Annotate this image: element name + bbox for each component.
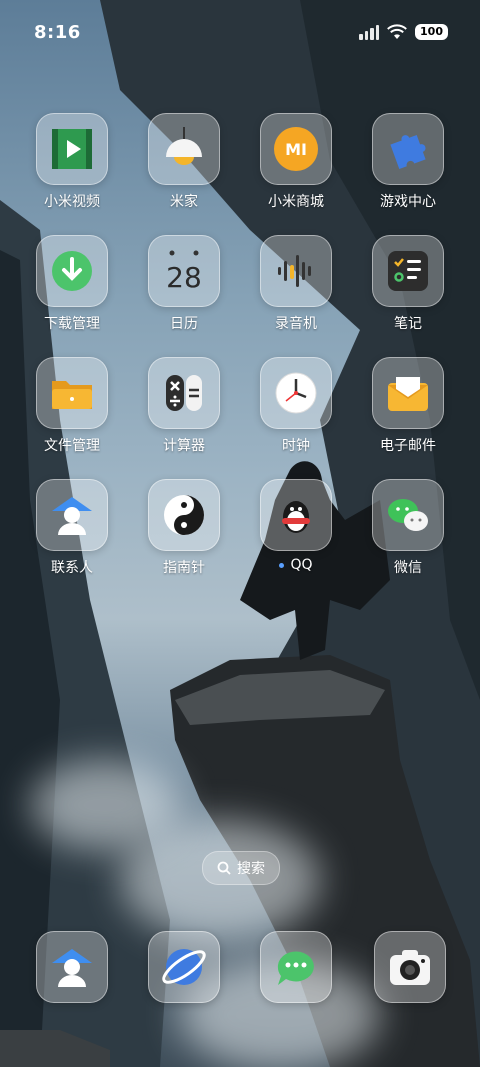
app-label: 时钟 (282, 438, 310, 454)
app-notes[interactable]: 笔记 (352, 235, 464, 347)
app-label: 下载管理 (44, 316, 100, 332)
battery-indicator: 100 (415, 24, 448, 40)
app-recorder[interactable]: 录音机 (240, 235, 352, 347)
app-label: 小米视频 (44, 194, 100, 210)
status-time: 8:16 (34, 22, 81, 43)
browser-icon (162, 949, 206, 985)
app-wechat[interactable]: 微信 (352, 479, 464, 591)
app-label: 微信 (394, 560, 422, 576)
signal-icon (359, 24, 380, 40)
app-label: 小米商城 (268, 194, 324, 210)
new-install-dot (279, 562, 285, 568)
app-label: 录音机 (275, 316, 317, 332)
app-compass[interactable]: 指南针 (128, 479, 240, 591)
search-label: 搜索 (237, 861, 265, 877)
folder-icon (36, 357, 108, 429)
app-file-manager[interactable]: 文件管理 (16, 357, 128, 469)
dock-browser[interactable] (148, 931, 220, 1003)
phone-contacts-icon (52, 949, 92, 987)
app-downloads[interactable]: 下载管理 (16, 235, 128, 347)
app-calendar[interactable]: 28 日历 (128, 235, 240, 347)
contacts-icon (36, 479, 108, 551)
mail-icon (372, 357, 444, 429)
wechat-icon (372, 479, 444, 551)
app-mi-store[interactable]: MI 小米商城 (240, 113, 352, 225)
status-bar: 8:16 100 (0, 0, 480, 64)
app-calculator[interactable]: 计算器 (128, 357, 240, 469)
dock-contacts[interactable] (36, 931, 108, 1003)
dock-camera[interactable] (374, 931, 446, 1003)
recorder-icon (260, 235, 332, 307)
search-button[interactable]: 搜索 (202, 851, 280, 885)
download-icon (36, 235, 108, 307)
calendar-date: 28 (166, 261, 202, 294)
app-label: 笔记 (394, 316, 422, 332)
search-icon (217, 861, 231, 875)
app-label: 电子邮件 (380, 438, 436, 454)
app-label: 指南针 (163, 560, 205, 576)
lamp-icon (148, 113, 220, 185)
calendar-icon: 28 (148, 235, 220, 307)
messages-icon (277, 951, 314, 985)
status-icons: 100 (359, 24, 448, 40)
qq-icon (260, 479, 332, 551)
svg-text:MI: MI (285, 140, 307, 159)
app-clock[interactable]: 时钟 (240, 357, 352, 469)
app-game-center[interactable]: 游戏中心 (352, 113, 464, 225)
camera-icon (390, 950, 430, 985)
puzzle-icon (372, 113, 444, 185)
video-icon (36, 113, 108, 185)
compass-icon (148, 479, 220, 551)
calculator-icon (148, 357, 220, 429)
app-mi-video[interactable]: 小米视频 (16, 113, 128, 225)
app-label: QQ (240, 557, 352, 573)
dock-messages[interactable] (260, 931, 332, 1003)
app-label: 游戏中心 (380, 194, 436, 210)
app-label: 米家 (170, 194, 198, 210)
app-email[interactable]: 电子邮件 (352, 357, 464, 469)
app-contacts[interactable]: 联系人 (16, 479, 128, 591)
clock-icon (260, 357, 332, 429)
app-qq[interactable]: QQ (240, 479, 352, 591)
app-label: 日历 (170, 316, 198, 332)
app-label: 计算器 (163, 438, 205, 454)
app-label: 文件管理 (44, 438, 100, 454)
wifi-icon (387, 24, 407, 39)
notes-icon (372, 235, 444, 307)
mi-store-icon: MI (260, 113, 332, 185)
app-mijia[interactable]: 米家 (128, 113, 240, 225)
app-label: 联系人 (51, 560, 93, 576)
